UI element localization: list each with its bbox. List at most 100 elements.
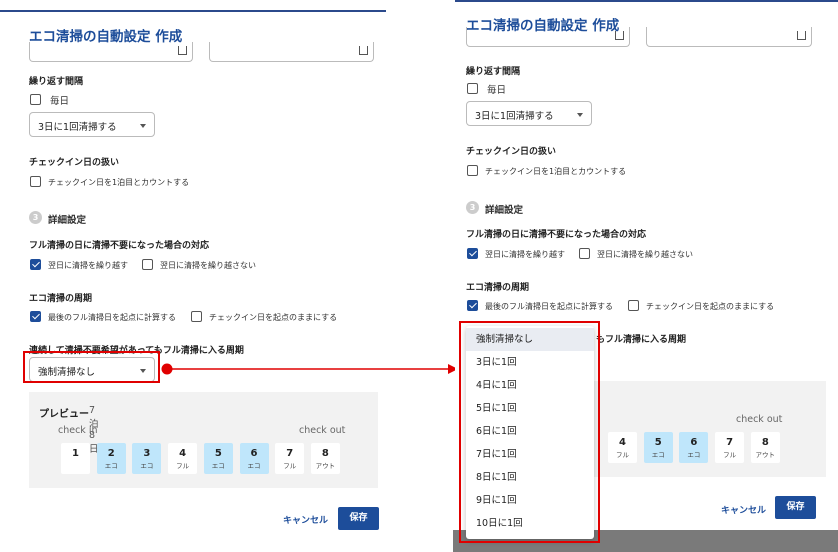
day-number: 4 <box>179 448 187 459</box>
day-type: エコ <box>211 462 225 470</box>
save-button[interactable]: 保存 <box>775 496 816 519</box>
checkin-count-label: チェックイン日を1泊目とカウントする <box>485 167 627 176</box>
dialog-top-border <box>0 10 386 12</box>
repeat-interval-value: 3日に1回清掃する <box>475 111 554 122</box>
calendar-icon[interactable] <box>359 46 368 55</box>
from-last-full-label: 最後のフル清掃日を起点に計算する <box>48 313 176 322</box>
daily-checkbox[interactable] <box>467 83 478 94</box>
day-type: フル <box>176 462 190 470</box>
end-date-input[interactable] <box>209 42 374 62</box>
full-clean-label: フル清掃の日に清掃不要になった場合の対応 <box>29 241 210 251</box>
repeat-interval-select[interactable]: 3日に1回清掃する <box>29 112 155 137</box>
checkin-count-checkbox[interactable] <box>30 176 41 187</box>
day-number: 1 <box>72 448 79 459</box>
check-in-label: check in <box>58 425 98 436</box>
daily-label: 毎日 <box>487 85 507 96</box>
day-type: エコ <box>140 462 154 470</box>
no-carry-over-label: 翌日に清掃を繰り越さない <box>597 250 693 259</box>
preview-day: 7 フル <box>715 432 745 463</box>
start-date-input[interactable] <box>29 42 193 62</box>
day-type: フル <box>723 451 737 459</box>
daily-label: 毎日 <box>50 96 70 107</box>
preview-panel: プレビュー 7泊8日 check in check out 1 2 エコ 3 エコ 4 フル… <box>29 392 378 488</box>
from-last-full-checkbox[interactable] <box>467 300 478 311</box>
from-last-full-checkbox[interactable] <box>30 311 41 322</box>
no-carry-over-checkbox[interactable] <box>579 248 590 259</box>
day-number: 3 <box>143 448 151 459</box>
chevron-down-icon <box>577 113 583 117</box>
calendar-icon[interactable] <box>615 31 624 40</box>
checkin-count-label: チェックイン日を1泊目とカウントする <box>48 178 190 187</box>
day-type: エコ <box>687 451 701 459</box>
day-type: エコ <box>651 451 665 459</box>
no-carry-over-checkbox[interactable] <box>142 259 153 270</box>
cancel-button[interactable]: キャンセル <box>283 513 328 526</box>
preview-day: 6 エコ <box>679 432 709 463</box>
day-number: 6 <box>250 448 258 459</box>
check-out-label: check out <box>299 425 346 436</box>
day-type: フル <box>283 462 297 470</box>
save-button[interactable]: 保存 <box>338 507 379 530</box>
preview-day: 7 フル <box>275 443 305 474</box>
preview-day: 2 エコ <box>96 443 126 474</box>
highlight-box <box>459 321 600 543</box>
carry-over-label: 翌日に清掃を繰り越す <box>485 250 565 259</box>
no-carry-over-label: 翌日に清掃を繰り越さない <box>160 261 256 270</box>
forced-cycle-label: もフル清掃に入る周期 <box>596 335 687 345</box>
carry-over-checkbox[interactable] <box>30 259 41 270</box>
carry-over-label: 翌日に清掃を繰り越す <box>48 261 128 270</box>
annotation-arrow <box>161 363 458 375</box>
advanced-settings-title: 詳細設定 <box>48 215 87 226</box>
day-type: アウト <box>315 462 336 470</box>
from-last-full-label: 最後のフル清掃日を起点に計算する <box>485 302 613 311</box>
day-number: 5 <box>214 448 222 459</box>
highlight-box <box>23 351 160 383</box>
calendar-icon[interactable] <box>797 31 806 40</box>
eco-cycle-label: エコ清掃の周期 <box>466 283 530 293</box>
day-number: 8 <box>321 448 329 459</box>
checkin-day-label: チェックイン日の扱い <box>29 158 120 168</box>
repeat-interval-label: 繰り返す間隔 <box>466 67 521 77</box>
preview-day: 4 フル <box>608 432 637 463</box>
advanced-settings-title: 詳細設定 <box>485 205 524 216</box>
preview-day: 5 エコ <box>643 432 673 463</box>
daily-checkbox[interactable] <box>30 94 41 105</box>
start-date-input[interactable] <box>466 27 630 47</box>
calendar-icon[interactable] <box>178 46 187 55</box>
dialog-top-border <box>455 0 838 2</box>
eco-cycle-label: エコ清掃の周期 <box>29 294 93 304</box>
day-number: 4 <box>619 437 626 448</box>
chevron-down-icon <box>140 124 146 128</box>
repeat-interval-value: 3日に1回清掃する <box>38 122 117 133</box>
preview-day: 6 エコ <box>239 443 269 474</box>
day-number: 2 <box>107 448 115 459</box>
end-date-input[interactable] <box>646 27 812 47</box>
preview-day: 1 <box>61 443 90 474</box>
day-type: アウト <box>755 451 776 459</box>
step-number-badge: 3 <box>466 201 479 214</box>
repeat-interval-select[interactable]: 3日に1回清掃する <box>466 101 592 126</box>
keep-checkin-label: チェックイン日を起点のままにする <box>646 302 775 311</box>
full-clean-label: フル清掃の日に清掃不要になった場合の対応 <box>466 230 647 240</box>
preview-day: 4 フル <box>168 443 198 474</box>
day-type: フル <box>616 451 629 459</box>
preview-day: 8 アウト <box>310 443 340 474</box>
preview-day: 3 エコ <box>132 443 162 474</box>
keep-checkin-checkbox[interactable] <box>191 311 202 322</box>
cancel-button[interactable]: キャンセル <box>721 503 766 516</box>
preview-day: 5 エコ <box>203 443 233 474</box>
day-number: 8 <box>761 437 769 448</box>
repeat-interval-label: 繰り返す間隔 <box>29 77 84 87</box>
carry-over-checkbox[interactable] <box>467 248 478 259</box>
day-number: 5 <box>654 437 662 448</box>
step-number-badge: 3 <box>29 211 42 224</box>
day-type: エコ <box>247 462 261 470</box>
day-number: 7 <box>726 437 734 448</box>
day-number: 7 <box>286 448 294 459</box>
keep-checkin-checkbox[interactable] <box>628 300 639 311</box>
checkin-count-checkbox[interactable] <box>467 165 478 176</box>
dialog-after: エコ清掃の自動設定 作成 繰り返す間隔 毎日 3日に1回清掃する チェックイン日… <box>453 0 838 552</box>
check-out-label: check out <box>736 414 783 425</box>
day-type: エコ <box>104 462 118 470</box>
preview-day: 8 アウト <box>750 432 780 463</box>
